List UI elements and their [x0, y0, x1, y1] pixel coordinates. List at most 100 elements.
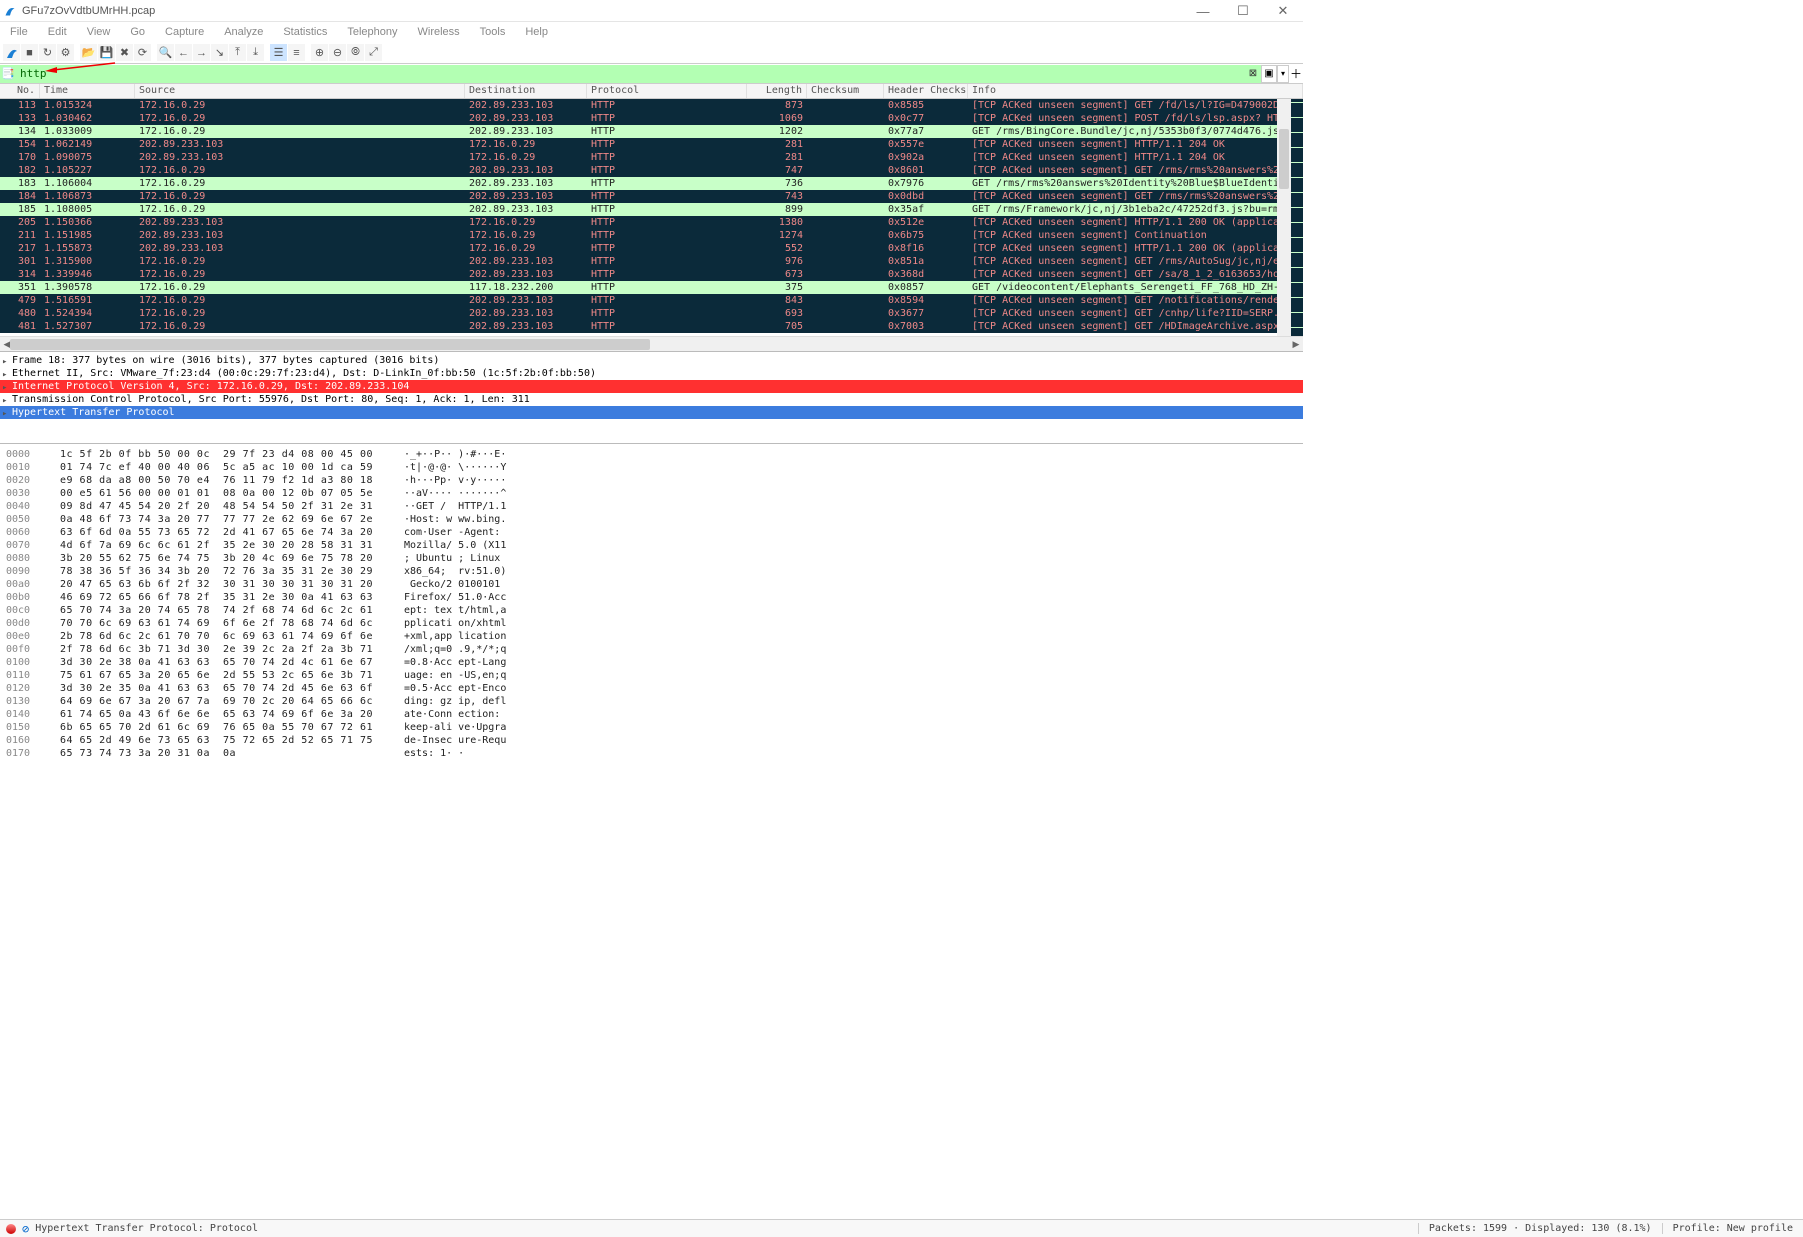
hex-row[interactable]: 00500a 48 6f 73 74 3a 20 77 77 77 2e 62 … — [6, 513, 1297, 526]
last-packet-icon[interactable]: ⤓ — [247, 44, 264, 61]
menu-file[interactable]: File — [2, 25, 36, 39]
hex-row[interactable]: 01506b 65 65 70 2d 61 6c 69 76 65 0a 55 … — [6, 721, 1297, 734]
menu-go[interactable]: Go — [122, 25, 153, 39]
column-header[interactable]: Source — [135, 84, 465, 98]
menu-capture[interactable]: Capture — [157, 25, 212, 39]
stop-capture-icon[interactable]: ■ — [21, 44, 38, 61]
column-header[interactable]: Length — [747, 84, 807, 98]
packet-row[interactable]: 2111.151985202.89.233.103172.16.0.29HTTP… — [0, 229, 1303, 242]
display-filter-input[interactable] — [16, 65, 1245, 83]
menu-statistics[interactable]: Statistics — [275, 25, 335, 39]
auto-scroll-icon[interactable]: ☰ — [270, 44, 287, 61]
column-header[interactable]: Time — [40, 84, 135, 98]
packet-row[interactable]: 1541.062149202.89.233.103172.16.0.29HTTP… — [0, 138, 1303, 151]
packet-list-header[interactable]: No.TimeSourceDestinationProtocolLengthCh… — [0, 84, 1303, 99]
menu-wireless[interactable]: Wireless — [410, 25, 468, 39]
close-file-icon[interactable]: ✖ — [116, 44, 133, 61]
open-file-icon[interactable]: 📂 — [80, 44, 97, 61]
cancel-icon[interactable]: ⊘ — [22, 1222, 29, 1236]
hex-row[interactable]: 00b046 69 72 65 66 6f 78 2f 35 31 2e 30 … — [6, 591, 1297, 604]
hex-row[interactable]: 013064 69 6e 67 3a 20 67 7a 69 70 2c 20 … — [6, 695, 1297, 708]
find-packet-icon[interactable]: 🔍 — [157, 44, 174, 61]
hex-row[interactable]: 017065 73 74 73 3a 20 31 0a 0aests: 1· · — [6, 747, 1297, 760]
column-header[interactable]: Destination — [465, 84, 587, 98]
packet-row[interactable]: 1841.106873172.16.0.29202.89.233.103HTTP… — [0, 190, 1303, 203]
zoom-out-icon[interactable]: ⊖ — [329, 44, 346, 61]
packet-row[interactable]: 1821.105227172.16.0.29202.89.233.103HTTP… — [0, 164, 1303, 177]
detail-tree-item[interactable]: ▸Ethernet II, Src: VMware_7f:23:d4 (00:0… — [0, 367, 1303, 380]
packet-row[interactable]: 1701.090075202.89.233.103172.16.0.29HTTP… — [0, 151, 1303, 164]
packet-details-pane[interactable]: ▸Frame 18: 377 bytes on wire (3016 bits)… — [0, 351, 1303, 443]
filter-clear-icon[interactable]: ⊠ — [1245, 65, 1261, 83]
hscroll-right-icon[interactable]: ▶ — [1289, 338, 1303, 351]
packet-minimap[interactable] — [1291, 99, 1303, 336]
filter-apply-icon[interactable]: ▣ — [1261, 65, 1277, 83]
reload-icon[interactable]: ⟳ — [134, 44, 151, 61]
column-header[interactable]: Protocol — [587, 84, 747, 98]
hex-row[interactable]: 016064 65 2d 49 6e 73 65 63 75 72 65 2d … — [6, 734, 1297, 747]
packet-bytes-pane[interactable]: 00001c 5f 2b 0f bb 50 00 0c 29 7f 23 d4 … — [0, 443, 1303, 861]
packet-row[interactable]: 4801.524394172.16.0.29202.89.233.103HTTP… — [0, 307, 1303, 320]
hex-row[interactable]: 00001c 5f 2b 0f bb 50 00 0c 29 7f 23 d4 … — [6, 448, 1297, 461]
hex-row[interactable]: 00c065 70 74 3a 20 74 65 78 74 2f 68 74 … — [6, 604, 1297, 617]
hex-row[interactable]: 00e02b 78 6d 6c 2c 61 70 70 6c 69 63 61 … — [6, 630, 1297, 643]
restart-capture-icon[interactable]: ↻ — [39, 44, 56, 61]
packet-row[interactable]: 4791.516591172.16.0.29202.89.233.103HTTP… — [0, 294, 1303, 307]
hex-row[interactable]: 011075 61 67 65 3a 20 65 6e 2d 55 53 2c … — [6, 669, 1297, 682]
resize-columns-icon[interactable]: ⤢ — [365, 44, 382, 61]
go-back-icon[interactable]: ← — [175, 44, 192, 61]
packet-row[interactable]: 1131.015324172.16.0.29202.89.233.103HTTP… — [0, 99, 1303, 112]
filter-recent-dropdown-icon[interactable]: ▾ — [1277, 65, 1289, 83]
normal-size-icon[interactable]: ⦾ — [347, 44, 364, 61]
hex-row[interactable]: 006063 6f 6d 0a 55 73 65 72 2d 41 67 65 … — [6, 526, 1297, 539]
jump-packet-icon[interactable]: ↘ — [211, 44, 228, 61]
menu-view[interactable]: View — [79, 25, 119, 39]
packet-list-pane[interactable]: No.TimeSourceDestinationProtocolLengthCh… — [0, 84, 1303, 351]
hex-row[interactable]: 00d070 70 6c 69 63 61 74 69 6f 6e 2f 78 … — [6, 617, 1297, 630]
column-header[interactable]: Info — [968, 84, 1303, 98]
column-header[interactable]: Header Checksum — [884, 84, 968, 98]
packet-row[interactable]: 1341.033009172.16.0.29202.89.233.103HTTP… — [0, 125, 1303, 138]
hex-row[interactable]: 00803b 20 55 62 75 6e 74 75 3b 20 4c 69 … — [6, 552, 1297, 565]
hex-row[interactable]: 00f02f 78 6d 6c 3b 71 3d 30 2e 39 2c 2a … — [6, 643, 1297, 656]
detail-tree-item[interactable]: ▸Frame 18: 377 bytes on wire (3016 bits)… — [0, 354, 1303, 367]
menu-edit[interactable]: Edit — [40, 25, 75, 39]
hex-row[interactable]: 001001 74 7c ef 40 00 40 06 5c a5 ac 10 … — [6, 461, 1297, 474]
packet-row[interactable]: 1831.106004172.16.0.29202.89.233.103HTTP… — [0, 177, 1303, 190]
menu-telephony[interactable]: Telephony — [339, 25, 405, 39]
packet-list-hscroll[interactable]: ◀ ▶ — [0, 336, 1303, 351]
first-packet-icon[interactable]: ⤒ — [229, 44, 246, 61]
packet-row[interactable]: 1331.030462172.16.0.29202.89.233.103HTTP… — [0, 112, 1303, 125]
tree-expand-icon[interactable]: ▸ — [2, 408, 7, 421]
start-capture-icon[interactable] — [3, 44, 20, 61]
go-forward-icon[interactable]: → — [193, 44, 210, 61]
packet-row[interactable]: 2171.155873202.89.233.103172.16.0.29HTTP… — [0, 242, 1303, 255]
minimize-button[interactable]: — — [1183, 0, 1223, 22]
hex-row[interactable]: 00704d 6f 7a 69 6c 6c 61 2f 35 2e 30 20 … — [6, 539, 1297, 552]
zoom-in-icon[interactable]: ⊕ — [311, 44, 328, 61]
expert-info-icon[interactable] — [6, 1224, 16, 1234]
status-profile[interactable]: Profile: New profile — [1662, 1223, 1803, 1234]
filter-add-icon[interactable]: ＋ — [1289, 65, 1303, 83]
hex-row[interactable]: 003000 e5 61 56 00 00 01 01 08 0a 00 12 … — [6, 487, 1297, 500]
hex-row[interactable]: 01003d 30 2e 38 0a 41 63 63 65 70 74 2d … — [6, 656, 1297, 669]
close-button[interactable]: ✕ — [1263, 0, 1303, 22]
detail-tree-item[interactable]: ▸Transmission Control Protocol, Src Port… — [0, 393, 1303, 406]
maximize-button[interactable]: ☐ — [1223, 0, 1263, 22]
hex-row[interactable]: 0020e9 68 da a8 00 50 70 e4 76 11 79 f2 … — [6, 474, 1297, 487]
hex-row[interactable]: 01203d 30 2e 35 0a 41 63 63 65 70 74 2d … — [6, 682, 1297, 695]
hex-row[interactable]: 00a020 47 65 63 6b 6f 2f 32 30 31 30 30 … — [6, 578, 1297, 591]
column-header[interactable]: Checksum — [807, 84, 884, 98]
hex-row[interactable]: 009078 38 36 5f 36 34 3b 20 72 76 3a 35 … — [6, 565, 1297, 578]
menu-analyze[interactable]: Analyze — [216, 25, 271, 39]
colorize-icon[interactable]: ≡ — [288, 44, 305, 61]
detail-tree-item[interactable]: ▸Hypertext Transfer Protocol — [0, 406, 1303, 419]
packet-row[interactable]: 3141.339946172.16.0.29202.89.233.103HTTP… — [0, 268, 1303, 281]
column-header[interactable]: No. — [0, 84, 40, 98]
save-file-icon[interactable]: 💾 — [98, 44, 115, 61]
capture-options-icon[interactable]: ⚙ — [57, 44, 74, 61]
packet-row[interactable]: 3011.315900172.16.0.29202.89.233.103HTTP… — [0, 255, 1303, 268]
bookmark-icon[interactable]: 📑 — [0, 65, 16, 83]
detail-tree-item[interactable]: ▸Internet Protocol Version 4, Src: 172.1… — [0, 380, 1303, 393]
hex-row[interactable]: 004009 8d 47 45 54 20 2f 20 48 54 54 50 … — [6, 500, 1297, 513]
